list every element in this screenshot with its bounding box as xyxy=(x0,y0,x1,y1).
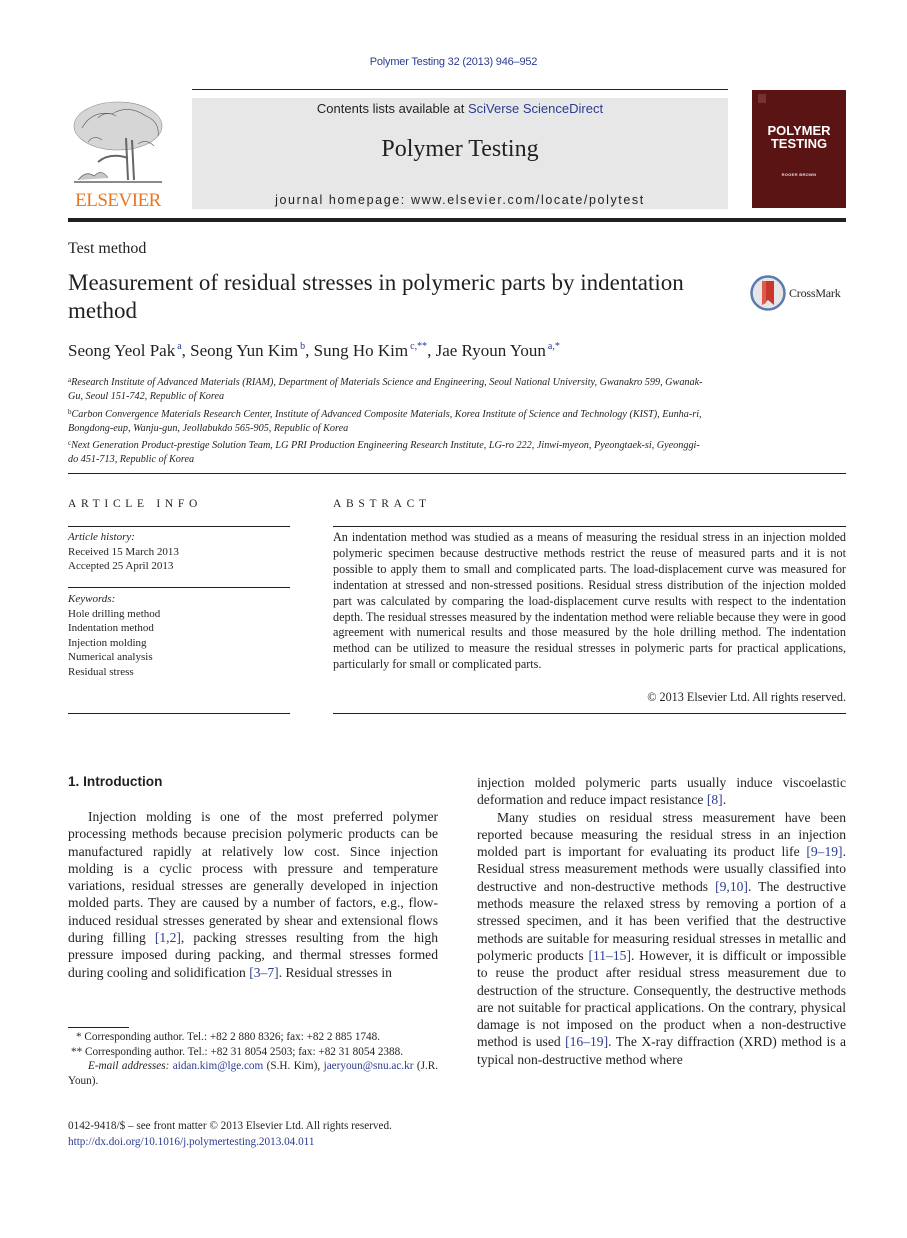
citation-link[interactable]: [11–15] xyxy=(588,948,631,963)
crossmark-icon xyxy=(750,275,786,311)
article-info-heading: ARTICLE INFO xyxy=(68,498,202,510)
keywords-label: Keywords: xyxy=(68,593,116,605)
author-name: Jae Ryoun Youn xyxy=(435,341,546,360)
author-name: Seong Yun Kim xyxy=(190,341,299,360)
text: . Residual stresses in xyxy=(278,964,392,980)
footnote-emails: E-mail addresses: aidan.kim@lge.com (S.H… xyxy=(68,1059,438,1088)
author-name: Sung Ho Kim xyxy=(313,341,409,360)
keyword: Indentation method xyxy=(68,622,154,634)
author[interactable]: Sung Ho Kim c,** xyxy=(314,341,427,360)
article-info-rule xyxy=(68,713,290,714)
crossmark-label: CrossMark xyxy=(789,285,841,300)
author[interactable]: Seong Yeol Pak a xyxy=(68,341,182,360)
footnote-rule xyxy=(68,1027,129,1028)
email-link[interactable]: jaeryoun@snu.ac.kr xyxy=(324,1060,414,1072)
author-separator: , xyxy=(181,341,191,360)
elsevier-wordmark: ELSEVIER xyxy=(75,190,161,211)
abstract-copyright: © 2013 Elsevier Ltd. All rights reserved… xyxy=(647,690,846,704)
journal-homepage[interactable]: journal homepage: www.elsevier.com/locat… xyxy=(192,193,728,207)
doi-link[interactable]: http://dx.doi.org/10.1016/j.polymertesti… xyxy=(68,1135,448,1151)
paragraph: injection molded polymeric parts usually… xyxy=(477,774,846,809)
article-type: Test method xyxy=(68,240,147,257)
article-info-rule xyxy=(68,587,290,588)
author-separator: , xyxy=(305,341,314,360)
affiliation-text: Next Generation Product-prestige Solutio… xyxy=(68,440,700,466)
cover-title: POLYMER TESTING xyxy=(752,124,846,150)
email-link[interactable]: aidan.kim@lge.com xyxy=(173,1060,263,1072)
cover-editor: ROGER BROWN xyxy=(781,172,817,177)
affiliation: bCarbon Convergence Materials Research C… xyxy=(68,405,708,437)
author-affiliation-marker[interactable]: a,* xyxy=(548,341,560,352)
top-rule xyxy=(192,89,728,90)
footnote-corresponding-2: ** Corresponding author. Tel.: +82 31 80… xyxy=(71,1045,404,1058)
abstract-rule xyxy=(333,526,846,527)
article-history: Article history: Received 15 March 2013 … xyxy=(68,530,290,574)
contents-line: Contents lists available at SciVerse Sci… xyxy=(192,101,728,116)
body-column-left: Injection molding is one of the most pre… xyxy=(68,808,438,981)
author[interactable]: Seong Yun Kim b xyxy=(190,341,305,360)
abstract-text: An indentation method was studied as a m… xyxy=(333,530,846,672)
crossmark-button[interactable]: CrossMark xyxy=(750,274,846,312)
footnote-corresponding-1: * Corresponding author. Tel.: +82 2 880 … xyxy=(76,1031,381,1043)
header-rule xyxy=(68,218,846,222)
text: Injection molding is one of the most pre… xyxy=(68,809,438,946)
keyword: Hole drilling method xyxy=(68,607,161,620)
keywords: Keywords: Hole drilling method Indentati… xyxy=(68,592,290,679)
affiliation: aResearch Institute of Advanced Material… xyxy=(68,373,708,405)
citation-link[interactable]: [9–19] xyxy=(806,844,842,859)
contents-prefix: Contents lists available at xyxy=(316,101,468,116)
cover-publisher-icon xyxy=(758,94,766,103)
journal-name: Polymer Testing xyxy=(381,136,539,162)
keyword: Injection molding xyxy=(68,636,147,649)
citation-link[interactable]: [16–19] xyxy=(565,1034,608,1049)
email-owner: (S.H. Kim), xyxy=(263,1060,324,1073)
abstract-heading: ABSTRACT xyxy=(333,498,431,510)
article-info-rule xyxy=(68,526,290,527)
author-list: Seong Yeol Pak a, Seong Yun Kim b, Sung Ho… xyxy=(68,341,560,361)
article-title: Measurement of residual stresses in poly… xyxy=(68,270,684,323)
affiliation-text: Carbon Convergence Materials Research Ce… xyxy=(68,408,702,434)
section-heading-introduction: 1. Introduction xyxy=(68,774,163,789)
paragraph: Many studies on residual stress measurem… xyxy=(477,809,846,1068)
history-label: Article history: xyxy=(68,531,135,543)
cover-title-line2: TESTING xyxy=(770,136,828,151)
accepted-date: Accepted 25 April 2013 xyxy=(68,560,174,572)
citation-link[interactable]: [1,2] xyxy=(155,930,181,945)
received-date: Received 15 March 2013 xyxy=(68,545,179,558)
affiliation-text: Research Institute of Advanced Materials… xyxy=(68,377,703,403)
text: injection molded polymeric parts usually… xyxy=(477,775,846,808)
affiliations: aResearch Institute of Advanced Material… xyxy=(68,373,708,468)
text: Many studies on residual stress measurem… xyxy=(477,809,846,860)
keyword: Residual stress xyxy=(68,665,134,678)
abstract-rule xyxy=(333,713,846,714)
email-label: E-mail addresses: xyxy=(88,1060,170,1073)
author[interactable]: Jae Ryoun Youn a,* xyxy=(436,341,560,360)
issn-line: 0142-9418/$ – see front matter © 2013 El… xyxy=(68,1120,392,1132)
section-divider xyxy=(68,473,846,474)
front-matter: 0142-9418/$ – see front matter © 2013 El… xyxy=(68,1119,448,1150)
paragraph: Injection molding is one of the most pre… xyxy=(68,808,438,981)
body-column-right: injection molded polymeric parts usually… xyxy=(477,774,846,1068)
author-separator: , xyxy=(427,341,436,360)
footnotes: * Corresponding author. Tel.: +82 2 880 … xyxy=(68,1030,438,1089)
text: . xyxy=(722,792,727,808)
keyword: Numerical analysis xyxy=(68,651,153,663)
citation-link[interactable]: [8] xyxy=(707,792,723,807)
sciencedirect-link[interactable]: SciVerse ScienceDirect xyxy=(468,101,603,116)
affiliation: cNext Generation Product-prestige Soluti… xyxy=(68,436,708,468)
author-name: Seong Yeol Pak xyxy=(68,341,176,360)
citation-link[interactable]: [9,10] xyxy=(715,879,748,894)
tree-icon xyxy=(73,101,163,183)
running-head[interactable]: Polymer Testing 32 (2013) 946–952 xyxy=(0,56,907,68)
author-affiliation-marker[interactable]: c,** xyxy=(410,341,427,352)
citation-link[interactable]: [3–7] xyxy=(249,965,278,980)
